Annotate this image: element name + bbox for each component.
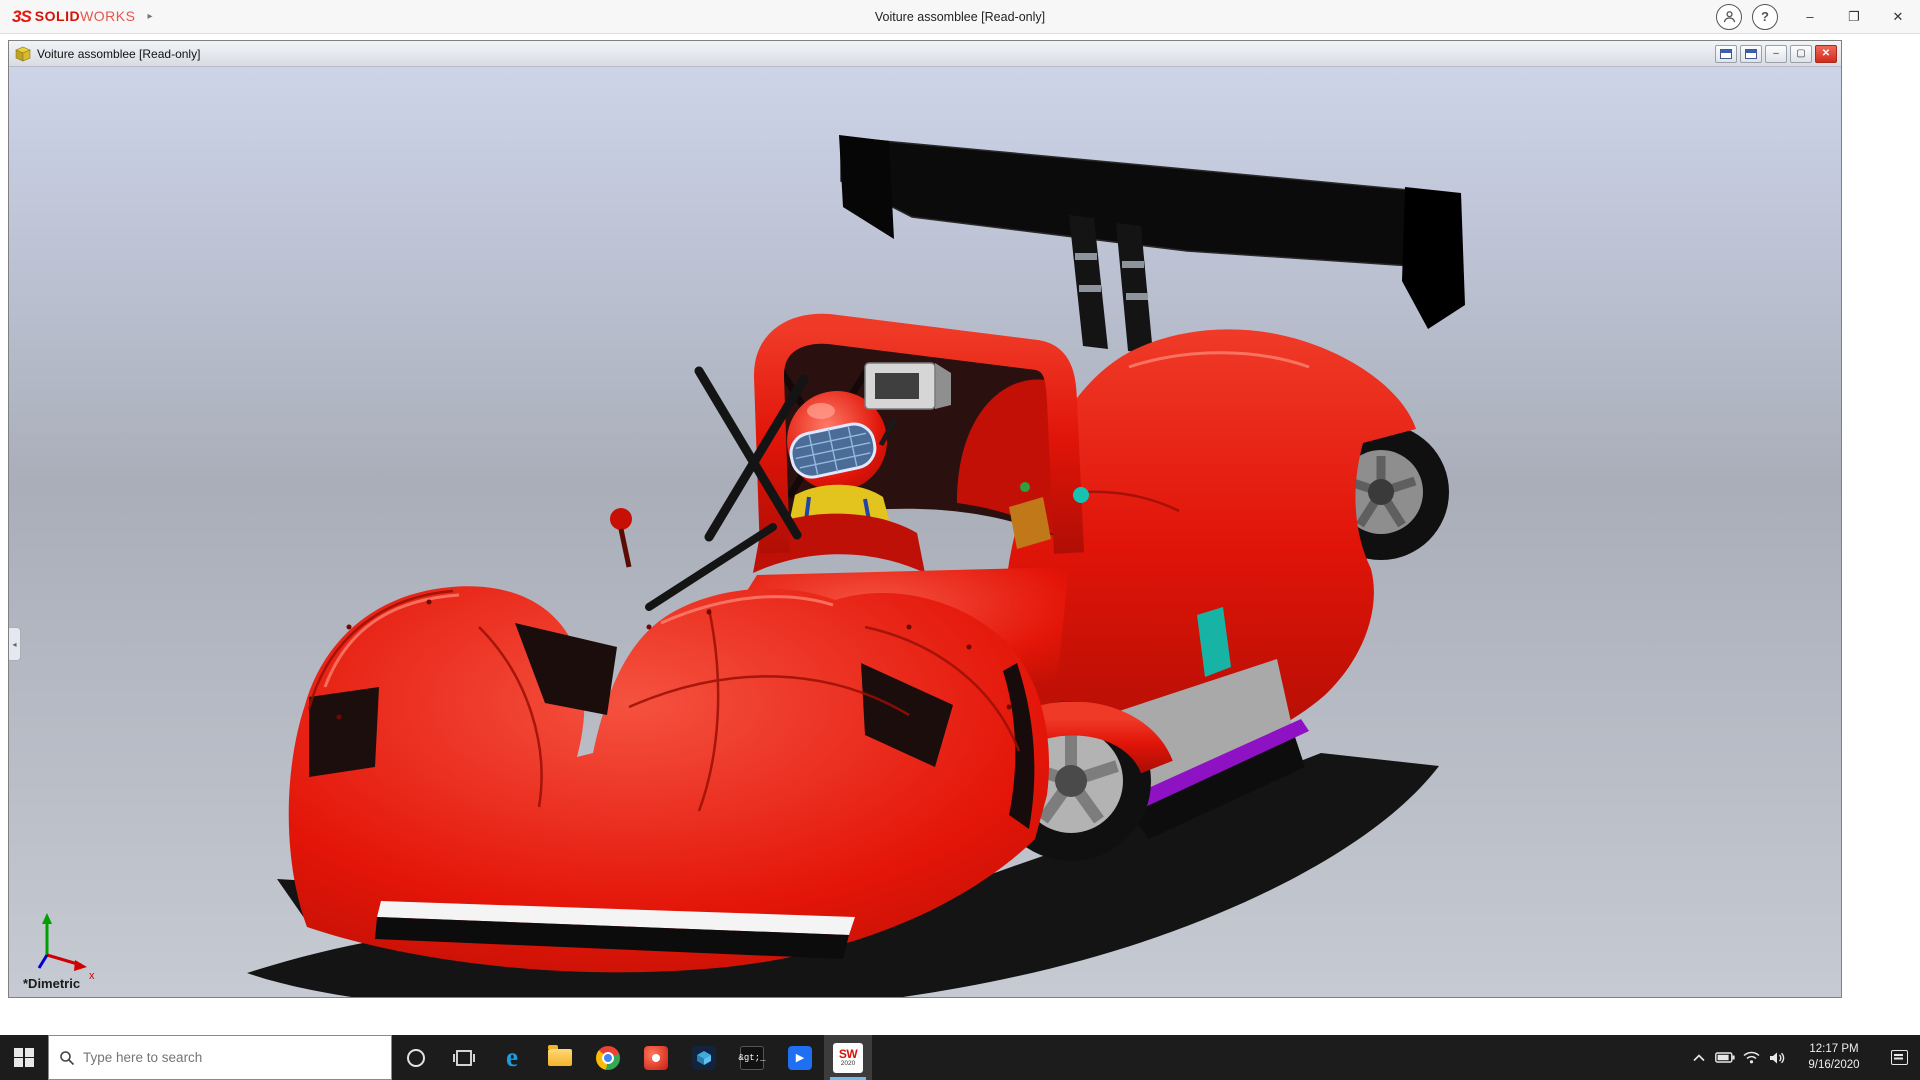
search-input[interactable] — [83, 1050, 363, 1065]
taskbar-clock[interactable]: 12:17 PM 9/16/2020 — [1790, 1042, 1878, 1073]
cortana-icon — [405, 1047, 427, 1069]
cube-app-icon — [692, 1046, 716, 1070]
taskbar-spacer — [872, 1035, 1686, 1080]
system-tray: 12:17 PM 9/16/2020 — [1686, 1035, 1920, 1080]
movies-app-icon: ▶ — [788, 1046, 812, 1070]
doc-maximize-button[interactable]: ▢ — [1790, 45, 1812, 63]
task-view-button[interactable] — [440, 1035, 488, 1080]
windows-taskbar: e &gt;_ ▶ SW 2020 — [0, 1035, 1920, 1080]
solidworks-2020-icon: SW 2020 — [833, 1043, 863, 1073]
file-explorer-icon — [548, 1049, 572, 1066]
chevron-left-icon: ◂ — [12, 640, 16, 649]
app-window-title: Voiture assomblee [Read-only] — [0, 10, 1920, 24]
edge-button[interactable]: e — [488, 1035, 536, 1080]
windows-logo-icon — [14, 1048, 34, 1068]
account-icon[interactable] — [1716, 4, 1742, 30]
command-prompt-button[interactable]: &gt;_ — [728, 1035, 776, 1080]
menu-expand-arrow-icon[interactable]: ▸ — [147, 11, 152, 22]
axis-x-label: x — [89, 970, 95, 982]
doc-minimize-button[interactable]: – — [1765, 45, 1787, 63]
restore-button[interactable]: ❐ — [1832, 0, 1876, 34]
search-icon — [59, 1050, 75, 1066]
volume-status[interactable] — [1764, 1035, 1790, 1080]
minimize-button[interactable]: – — [1788, 0, 1832, 34]
battery-icon — [1715, 1052, 1735, 1063]
notification-icon — [1891, 1050, 1908, 1065]
app-titlebar: 3S SOLIDWORKS ▸ Voiture assomblee [Read-… — [0, 0, 1920, 34]
brand-works: WORKS — [80, 8, 135, 24]
edrawings-button[interactable] — [680, 1035, 728, 1080]
document-titlebar[interactable]: Voiture assomblee [Read-only] – ▢ ✕ — [9, 41, 1841, 67]
window-icon — [1745, 49, 1757, 59]
speaker-icon — [1769, 1051, 1785, 1065]
action-center-button[interactable] — [1878, 1035, 1920, 1080]
3ds-logo-icon: 3S — [12, 7, 31, 27]
solidworks-2020-button[interactable]: SW 2020 — [824, 1035, 872, 1080]
document-title: Voiture assomblee [Read-only] — [37, 47, 200, 61]
teal-accent — [1073, 487, 1089, 503]
taskbar-search[interactable] — [48, 1035, 392, 1080]
edge-icon: e — [506, 1042, 518, 1073]
close-button[interactable]: ✕ — [1876, 0, 1920, 34]
side-mirror — [610, 508, 632, 530]
help-icon[interactable]: ? — [1752, 4, 1778, 30]
feature-manager-collapse-tab[interactable]: ◂ — [9, 627, 21, 661]
cortana-button[interactable] — [392, 1035, 440, 1080]
chrome-button[interactable] — [584, 1035, 632, 1080]
movies-app-button[interactable]: ▶ — [776, 1035, 824, 1080]
network-status[interactable] — [1738, 1035, 1764, 1080]
window-icon — [1720, 49, 1732, 59]
clock-date: 9/16/2020 — [1790, 1058, 1878, 1074]
file-explorer-button[interactable] — [536, 1035, 584, 1080]
solidworks-logo: 3S SOLIDWORKS ▸ — [0, 7, 153, 27]
tray-chevron-button[interactable] — [1686, 1035, 1712, 1080]
document-window: Voiture assomblee [Read-only] – ▢ ✕ — [8, 40, 1842, 998]
chevron-up-icon — [1693, 1054, 1705, 1062]
3d-viewport-canvas[interactable]: x — [9, 67, 1841, 997]
assembly-icon — [15, 46, 31, 62]
new-window-button[interactable] — [1715, 45, 1737, 63]
command-prompt-icon: &gt;_ — [740, 1046, 764, 1070]
doc-close-button[interactable]: ✕ — [1815, 45, 1837, 63]
media-app-icon — [644, 1046, 668, 1070]
battery-status[interactable] — [1712, 1035, 1738, 1080]
front-intake — [309, 687, 379, 777]
start-button[interactable] — [0, 1035, 48, 1080]
clock-time: 12:17 PM — [1790, 1042, 1878, 1058]
media-app-button[interactable] — [632, 1035, 680, 1080]
wifi-icon — [1743, 1051, 1760, 1064]
tile-window-button[interactable] — [1740, 45, 1762, 63]
brand-solid: SOLID — [35, 8, 80, 24]
task-view-icon — [453, 1047, 475, 1069]
chrome-icon — [596, 1046, 620, 1070]
view-orientation-label: *Dimetric — [23, 976, 80, 991]
3d-viewport[interactable]: x *Dimetric ◂ — [9, 67, 1841, 997]
